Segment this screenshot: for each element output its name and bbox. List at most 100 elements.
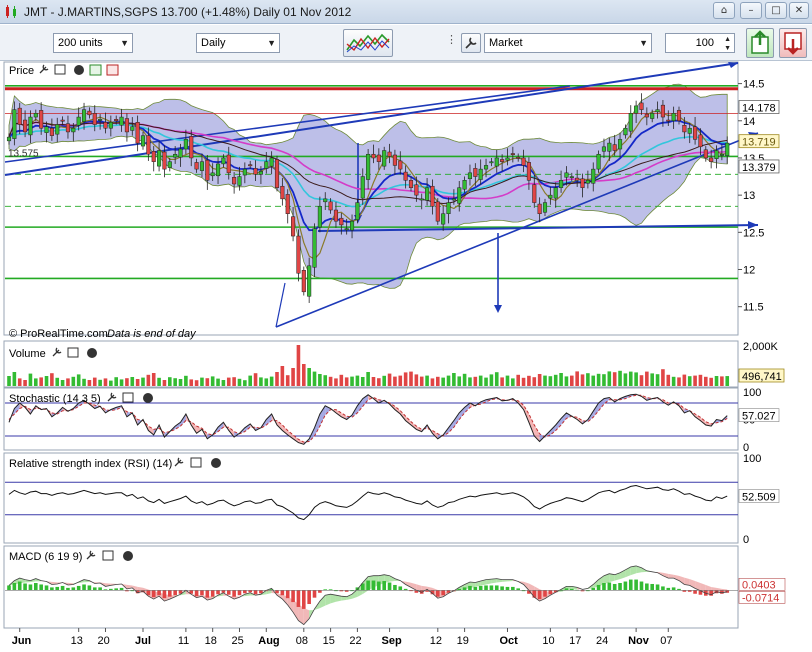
time-axis-label: 25: [231, 635, 243, 647]
candle-body: [682, 124, 687, 133]
volume-bar: [468, 377, 472, 386]
macd-hist-bar: [382, 581, 386, 591]
candle-body: [49, 127, 54, 136]
volume-bar: [103, 378, 108, 386]
units-select[interactable]: 200 units ▼: [53, 33, 133, 53]
candle-body: [532, 184, 537, 203]
window-icon[interactable]: [54, 64, 66, 75]
candle-body: [205, 159, 210, 181]
buy-button[interactable]: [746, 28, 774, 58]
candle-body: [339, 217, 344, 226]
macd-hist-bar: [537, 590, 542, 600]
close-button[interactable]: ✕: [789, 2, 809, 19]
volume-bar: [39, 377, 43, 386]
macd-hist-bar: [34, 583, 38, 591]
indicators-chart-icon: [346, 33, 390, 53]
window-icon[interactable]: [102, 550, 114, 561]
chevron-down-icon: ▼: [120, 38, 129, 48]
close-icon[interactable]: [211, 458, 221, 468]
quantity-stepper[interactable]: 100 ▲ ▼: [665, 33, 735, 53]
close-icon[interactable]: [87, 348, 97, 358]
volume-bar: [312, 371, 317, 386]
price-axis-label: 13: [743, 190, 755, 202]
macd-hist-bar: [151, 590, 156, 598]
volume-bar: [564, 376, 569, 386]
candle-body: [17, 107, 22, 125]
volume-bar: [586, 373, 590, 386]
candle-body: [542, 202, 548, 213]
volume-bar: [76, 374, 81, 386]
volume-bar: [328, 376, 333, 386]
candle-body: [237, 176, 242, 186]
price-value-label: 13.719: [742, 137, 776, 149]
volume-bar: [200, 377, 204, 386]
candle-body: [569, 176, 574, 178]
candle-body: [157, 150, 162, 167]
period-select[interactable]: Daily ▼: [196, 33, 280, 53]
close-icon[interactable]: [74, 65, 84, 75]
volume-bar: [194, 380, 199, 386]
macd-hist-bar: [253, 590, 258, 595]
macd-hist-bar: [307, 590, 311, 605]
candle-body: [92, 113, 97, 125]
chart-toolbar: 200 units ▼ Daily ▼ ⋮ Market ▼ 100 ▲ ▼: [0, 25, 812, 61]
volume-bar: [109, 380, 113, 386]
macd-hist-bar: [387, 582, 392, 591]
macd-hist-bar: [200, 590, 204, 596]
macd-hist-bar: [157, 590, 161, 596]
window-icon[interactable]: [67, 347, 79, 358]
arrange-windows-button[interactable]: ⌂: [713, 2, 735, 19]
candle-body: [489, 161, 494, 164]
volume-bar: [725, 376, 730, 386]
volume-bar: [671, 376, 676, 386]
candle-body: [194, 162, 199, 170]
candle-body: [114, 119, 119, 122]
time-axis-label: 08: [296, 635, 308, 647]
volume-bar: [687, 376, 692, 386]
candle-body: [285, 194, 290, 214]
volume-bar: [570, 375, 574, 386]
order-settings-button[interactable]: [461, 33, 481, 53]
add-up-icon[interactable]: [89, 64, 102, 76]
candle-body: [124, 118, 129, 133]
sell-button[interactable]: [779, 28, 807, 58]
candle-body: [296, 235, 301, 274]
indicators-button[interactable]: [343, 29, 393, 57]
candle-body: [140, 135, 146, 147]
candle-body: [215, 163, 221, 177]
minimize-button[interactable]: –: [740, 2, 762, 19]
window-icon[interactable]: [122, 392, 134, 403]
candle-body: [178, 148, 183, 158]
candle-body: [457, 187, 462, 204]
macd-hist-bar: [596, 584, 601, 591]
volume-bar: [28, 373, 33, 386]
volume-bar: [92, 377, 97, 386]
volume-bar: [162, 380, 167, 386]
close-icon[interactable]: [123, 551, 133, 561]
close-icon[interactable]: [143, 393, 153, 403]
stepper-arrows-icon: ▲ ▼: [724, 36, 731, 52]
candle-body: [559, 180, 564, 188]
price-panel-title: Price: [9, 65, 34, 77]
window-title: JMT - J.MARTINS,SGPS 13.700 (+1.48%) Dai…: [24, 5, 352, 19]
volume-bar: [355, 375, 360, 386]
add-down-icon[interactable]: [106, 64, 119, 76]
order-type-select[interactable]: Market ▼: [484, 33, 652, 53]
candle-body: [371, 153, 376, 159]
macd-hist-bar: [500, 586, 504, 591]
wrench-icon: [465, 37, 477, 49]
volume-bar: [371, 377, 376, 386]
window-icon[interactable]: [190, 457, 202, 468]
volume-bar: [441, 377, 445, 386]
maximize-button[interactable]: □: [765, 2, 787, 19]
candle-body: [430, 185, 435, 207]
candle-body: [65, 123, 71, 133]
macd-hist-bar: [232, 590, 236, 597]
time-axis-label: Sep: [382, 635, 402, 647]
rsi-axis-label: 100: [743, 453, 761, 465]
volume-bar: [650, 373, 654, 386]
macd-hist-bar: [243, 590, 247, 594]
macd-value-label: 0.0403: [742, 579, 776, 591]
macd-hist-bar: [645, 583, 649, 591]
volume-bar: [489, 374, 494, 386]
